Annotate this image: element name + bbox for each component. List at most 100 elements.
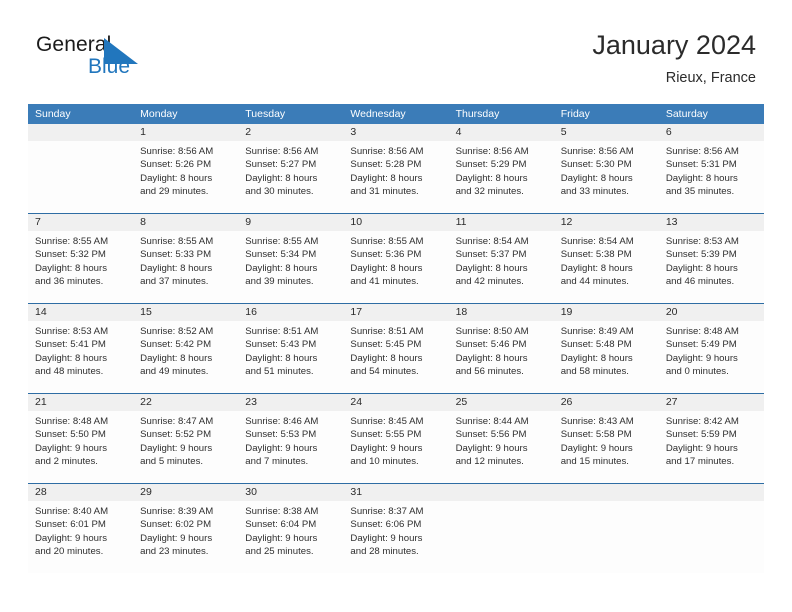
day-number-band: 123456 xyxy=(28,124,764,141)
day-number[interactable]: 22 xyxy=(133,394,238,411)
day-number[interactable]: 19 xyxy=(554,304,659,321)
daylight-text: Daylight: 9 hours xyxy=(35,532,107,544)
sunset-text: Sunset: 5:58 PM xyxy=(560,429,632,441)
sunset-text: Sunset: 5:59 PM xyxy=(665,429,737,441)
day-cell[interactable]: Sunrise: 8:42 AM Sunset: 5:59 PM Daylight:… xyxy=(659,411,764,483)
weekday-header-thursday: Thursday xyxy=(455,108,500,120)
day-number[interactable]: 14 xyxy=(28,304,133,321)
sunrise-text: Sunrise: 8:50 AM xyxy=(455,326,529,337)
day-number[interactable]: 5 xyxy=(554,124,659,141)
day-cell[interactable]: Sunrise: 8:49 AM Sunset: 5:48 PM Daylight:… xyxy=(554,321,659,393)
day-number[interactable]: 27 xyxy=(659,394,764,411)
daylight-text: Daylight: 9 hours xyxy=(455,442,528,454)
day-cell[interactable]: Sunrise: 8:51 AM Sunset: 5:43 PM Daylight:… xyxy=(238,321,343,393)
day-cell[interactable]: Sunrise: 8:46 AM Sunset: 5:53 PM Daylight:… xyxy=(238,411,343,483)
daylight-text: Daylight: 8 hours xyxy=(560,352,633,364)
day-cell[interactable]: Sunrise: 8:53 AM Sunset: 5:39 PM Daylight:… xyxy=(659,231,764,303)
day-number[interactable]: 10 xyxy=(343,214,448,231)
day-number[interactable]: 8 xyxy=(133,214,238,231)
day-cell[interactable]: Sunrise: 8:37 AM Sunset: 6:06 PM Daylight:… xyxy=(343,501,448,573)
day-cell[interactable]: Sunrise: 8:48 AM Sunset: 5:49 PM Daylight:… xyxy=(659,321,764,393)
logo-text-blue: Blue xyxy=(88,55,131,78)
daylight-text-cont: and 58 minutes. xyxy=(560,366,629,378)
day-cell[interactable]: Sunrise: 8:43 AM Sunset: 5:58 PM Daylight:… xyxy=(554,411,659,483)
day-number-band: 21 22 23 24 25 26 27 xyxy=(28,394,764,411)
day-number[interactable]: 7 xyxy=(28,214,133,231)
daylight-text-cont: and 41 minutes. xyxy=(350,276,419,288)
day-number[interactable]: 21 xyxy=(28,394,133,411)
day-number[interactable]: 24 xyxy=(343,394,448,411)
daylight-text-cont: and 31 minutes. xyxy=(350,186,419,198)
day-number[interactable]: 1 xyxy=(133,124,238,141)
day-cell[interactable]: Sunrise: 8:54 AM Sunset: 5:38 PM Daylight:… xyxy=(554,231,659,303)
day-cell[interactable]: Sunrise: 8:44 AM Sunset: 5:56 PM Daylight:… xyxy=(449,411,554,483)
day-cell[interactable]: Sunrise: 8:39 AM Sunset: 6:02 PM Daylight:… xyxy=(133,501,238,573)
sunrise-text: Sunrise: 8:47 AM xyxy=(140,416,214,427)
day-number[interactable]: 2 xyxy=(238,124,343,141)
day-number[interactable]: 16 xyxy=(238,304,343,321)
daylight-text: Daylight: 8 hours xyxy=(665,172,738,184)
daylight-text-cont: and 42 minutes. xyxy=(455,276,524,288)
day-number[interactable]: 23 xyxy=(238,394,343,411)
day-cell[interactable]: Sunrise: 8:55 AM Sunset: 5:34 PM Daylight:… xyxy=(238,231,343,303)
day-number[interactable]: 30 xyxy=(238,484,343,501)
sunset-text: Sunset: 5:34 PM xyxy=(245,249,317,261)
day-cell[interactable]: Sunrise: 8:45 AM Sunset: 5:55 PM Daylight:… xyxy=(343,411,448,483)
day-number[interactable]: 26 xyxy=(554,394,659,411)
daylight-text-cont: and 25 minutes. xyxy=(245,546,314,558)
day-cell[interactable]: Sunrise: 8:48 AM Sunset: 5:50 PM Daylight:… xyxy=(28,411,133,483)
day-number[interactable]: 15 xyxy=(133,304,238,321)
sunrise-text: Sunrise: 8:56 AM xyxy=(245,146,319,157)
sunrise-text: Sunrise: 8:56 AM xyxy=(455,146,529,157)
day-cell[interactable]: Sunrise: 8:52 AM Sunset: 5:42 PM Daylight:… xyxy=(133,321,238,393)
day-number[interactable]: 3 xyxy=(343,124,448,141)
sunset-text: Sunset: 5:53 PM xyxy=(245,429,317,441)
day-cell[interactable]: Sunrise: 8:56 AM Sunset: 5:30 PM Daylight:… xyxy=(554,141,659,213)
day-cell[interactable]: Sunrise: 8:38 AM Sunset: 6:04 PM Daylight:… xyxy=(238,501,343,573)
day-number[interactable]: 29 xyxy=(133,484,238,501)
day-cell[interactable]: Sunrise: 8:55 AM Sunset: 5:33 PM Daylight:… xyxy=(133,231,238,303)
sunset-text: Sunset: 5:48 PM xyxy=(560,339,632,351)
sunrise-text: Sunrise: 8:46 AM xyxy=(245,416,319,427)
day-number[interactable]: 18 xyxy=(449,304,554,321)
day-number[interactable]: 31 xyxy=(343,484,448,501)
day-cell[interactable]: Sunrise: 8:51 AM Sunset: 5:45 PM Daylight:… xyxy=(343,321,448,393)
day-cell[interactable]: Sunrise: 8:47 AM Sunset: 5:52 PM Daylight:… xyxy=(133,411,238,483)
day-number-empty xyxy=(449,484,554,501)
day-number[interactable]: 17 xyxy=(343,304,448,321)
sunset-text: Sunset: 5:52 PM xyxy=(140,429,212,441)
day-number[interactable]: 9 xyxy=(238,214,343,231)
general-blue-logo[interactable]: General Blue xyxy=(36,33,236,89)
weekday-header-friday: Friday xyxy=(560,108,590,120)
sunrise-text: Sunrise: 8:55 AM xyxy=(140,236,214,247)
daylight-text: Daylight: 9 hours xyxy=(560,442,633,454)
title-block: January 2024 Rieux, France xyxy=(592,28,756,89)
day-cell[interactable]: Sunrise: 8:50 AM Sunset: 5:46 PM Daylight:… xyxy=(449,321,554,393)
day-number[interactable]: 28 xyxy=(28,484,133,501)
day-cell[interactable]: Sunrise: 8:54 AM Sunset: 5:37 PM Daylight:… xyxy=(449,231,554,303)
day-number[interactable]: 12 xyxy=(554,214,659,231)
calendar-week-row: 1 2 3 4 5 6 Sunrise: 8:56 AM Sunset: 5:26 PM Day… xyxy=(28,124,764,213)
daylight-text-cont: and 2 minutes. xyxy=(35,456,98,468)
sunrise-text: Sunrise: 8:48 AM xyxy=(35,416,109,427)
day-cell[interactable]: Sunrise: 8:40 AM Sunset: 6:01 PM Daylight:… xyxy=(28,501,133,573)
sunrise-text: Sunrise: 8:40 AM xyxy=(35,506,109,517)
day-cell[interactable]: Sunrise: 8:55 AM Sunset: 5:36 PM Daylight:… xyxy=(343,231,448,303)
sunset-text: Sunset: 5:38 PM xyxy=(560,249,632,261)
day-cell[interactable]: Sunrise: 8:56 AM Sunset: 5:27 PM Daylight:… xyxy=(238,141,343,213)
day-cell[interactable]: Sunrise: 8:55 AM Sunset: 5:32 PM Daylight:… xyxy=(28,231,133,303)
day-number[interactable]: 4 xyxy=(449,124,554,141)
daylight-text: Daylight: 9 hours xyxy=(665,442,738,454)
day-number[interactable]: 13 xyxy=(659,214,764,231)
daylight-text-cont: and 5 minutes. xyxy=(140,456,204,468)
day-number[interactable]: 11 xyxy=(449,214,554,231)
logo-text-general: General xyxy=(36,33,112,56)
day-cell[interactable]: Sunrise: 8:53 AM Sunset: 5:41 PM Daylight:… xyxy=(28,321,133,393)
day-cell[interactable]: Sunrise: 8:56 AM Sunset: 5:26 PM Daylight:… xyxy=(133,141,238,213)
day-cell[interactable]: Sunrise: 8:56 AM Sunset: 5:28 PM Daylight:… xyxy=(343,141,448,213)
day-number[interactable]: 20 xyxy=(659,304,764,321)
day-number[interactable]: 6 xyxy=(659,124,764,141)
day-cell[interactable]: Sunrise: 8:56 AM Sunset: 5:29 PM Daylight:… xyxy=(449,141,554,213)
day-cell[interactable]: Sunrise: 8:56 AM Sunset: 5:31 PM Daylight:… xyxy=(659,141,764,213)
day-number[interactable]: 25 xyxy=(449,394,554,411)
